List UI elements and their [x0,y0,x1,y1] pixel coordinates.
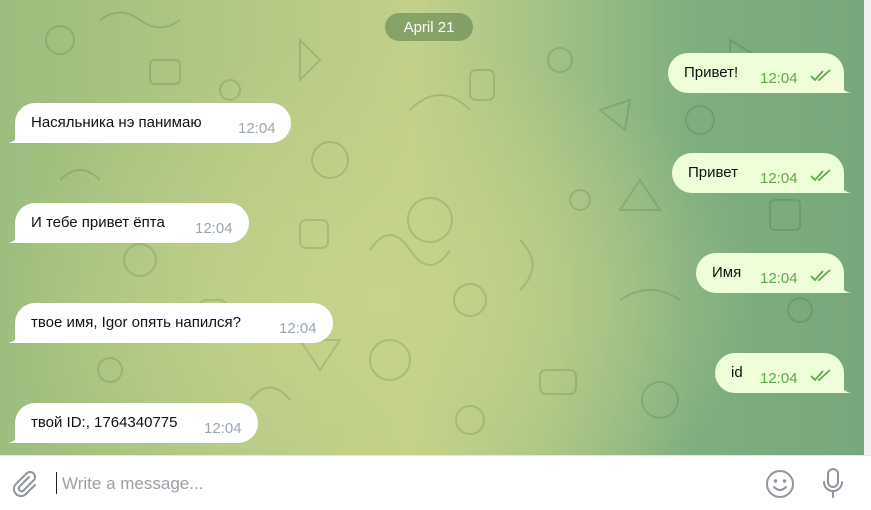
message-time: 12:04 [279,320,317,337]
bubble-tail [839,281,851,293]
message-bubble-outgoing[interactable]: Имя 12:04 [696,253,851,293]
message-time: 12:04 [238,120,276,137]
bubble-tail [8,131,20,143]
message-text: твой ID:, 1764340775 [31,414,178,431]
bubble-tail [8,331,20,343]
message-text: Имя [712,264,742,281]
scrollbar-track[interactable] [864,0,871,455]
double-check-read-icon [810,269,831,282]
message-bubble-outgoing[interactable]: Привет! 12:04 [668,53,851,93]
message-text: Привет! [684,64,739,81]
microphone-icon[interactable] [818,466,848,500]
message-bubble-incoming[interactable]: твое имя, Igor опять напился? 12:04 [8,303,333,343]
text-cursor [56,472,57,494]
message-time: 12:04 [195,220,233,237]
message-input[interactable] [60,468,744,500]
chat-history[interactable]: April 21 Привет! 12:04 Насяльника нэ пан… [0,0,864,455]
bubble-tail [839,181,851,193]
double-check-read-icon [810,369,831,382]
message-text: Привет [688,164,739,181]
message-text: твое имя, Igor опять напился? [31,314,241,331]
bubble-tail [839,381,851,393]
message-text: id [731,364,743,381]
message-time: 12:04 [204,420,242,437]
message-bubble-outgoing[interactable]: Привет 12:04 [672,153,851,193]
double-check-read-icon [810,169,831,182]
bubble-tail [8,231,20,243]
message-time: 12:04 [760,370,798,387]
message-bubble-incoming[interactable]: И тебе привет ёпта 12:04 [8,203,249,243]
date-separator: April 21 [385,13,473,41]
bubble-tail [8,431,20,443]
message-text: И тебе привет ёпта [31,214,165,231]
message-bubble-incoming[interactable]: твой ID:, 1764340775 12:04 [8,403,258,443]
message-time: 12:04 [760,270,798,287]
message-bubble-incoming[interactable]: Насяльника нэ панимаю 12:04 [8,103,291,143]
message-bubble-outgoing[interactable]: id 12:04 [715,353,851,393]
double-check-read-icon [810,69,831,82]
bubble-tail [839,81,851,93]
paperclip-icon[interactable] [8,468,40,500]
message-composer [0,455,871,510]
message-time: 12:04 [760,70,798,87]
message-time: 12:04 [760,170,798,187]
message-text: Насяльника нэ панимаю [31,114,202,131]
smiley-icon[interactable] [764,468,796,500]
